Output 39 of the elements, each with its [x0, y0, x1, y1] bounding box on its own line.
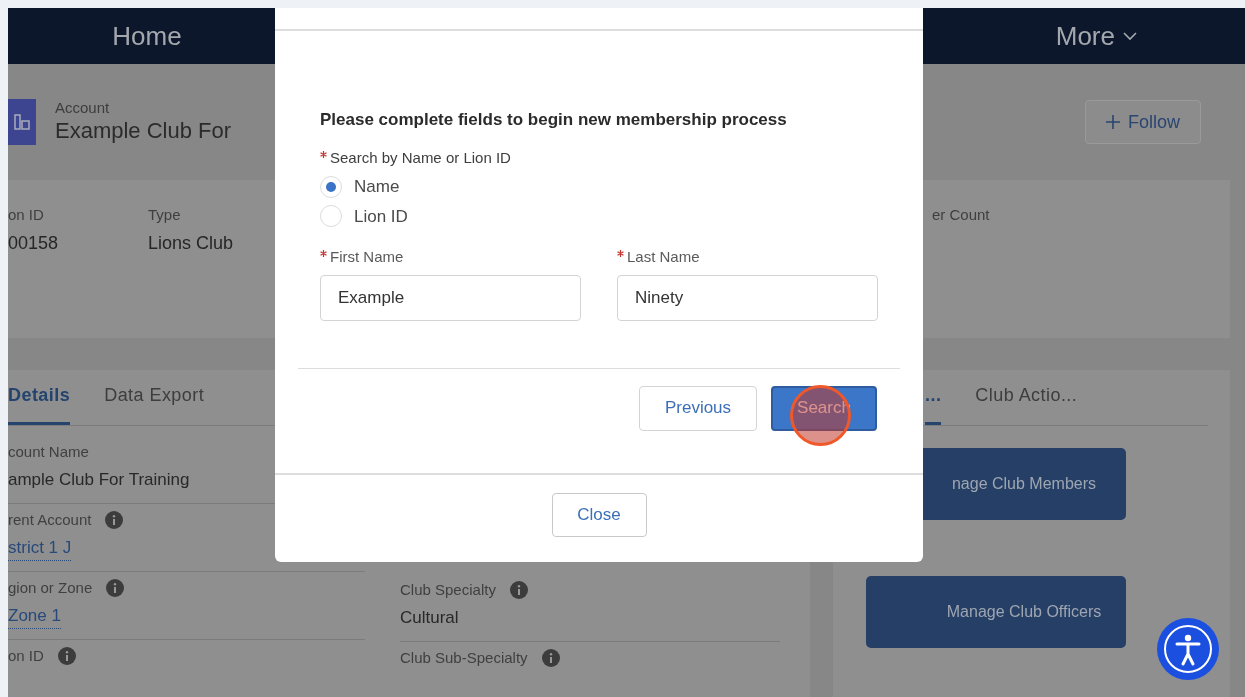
text-input[interactable]: Ninety [617, 274, 878, 321]
field-label: Last Name [627, 247, 700, 267]
field-value: Cultural [400, 606, 460, 629]
radio-label: Lion ID [354, 205, 408, 228]
highlight-label: on ID [8, 205, 44, 225]
radio-label: Name [354, 176, 400, 198]
field-label: gion or Zone [8, 578, 93, 598]
field-label: count Name [8, 442, 89, 462]
field-label: First Name [330, 247, 404, 267]
close-button[interactable]: Close [551, 492, 647, 537]
field-label: rent Account [8, 510, 92, 530]
tab[interactable]: Club Actio... [975, 382, 1078, 425]
object-type-label: Account [55, 99, 111, 117]
follow-button[interactable]: Follow [1085, 100, 1201, 144]
nav-link[interactable]: Home [112, 16, 182, 56]
account-icon [8, 99, 36, 145]
radio-button[interactable] [320, 205, 342, 228]
highlight-value: Lions Club [148, 231, 234, 255]
field-label: on ID [8, 646, 44, 666]
highlight-label: Type [148, 205, 181, 225]
field-label: Search by Name or Lion ID [330, 147, 511, 168]
tab[interactable]: Details [8, 382, 71, 425]
highlight-label: er Count [932, 205, 990, 225]
plus-icon [1106, 115, 1120, 129]
chevron-down-icon [1123, 31, 1137, 41]
record-title: Example Club For [55, 117, 232, 145]
field-label: Club Specialty [400, 580, 496, 600]
previous-button[interactable]: Previous [639, 385, 757, 431]
tab[interactable]: Data Export [104, 382, 205, 425]
field-value: ample Club For Training [8, 468, 191, 491]
field-label: Club Sub-Specialty [400, 648, 528, 668]
radio-button[interactable] [320, 175, 342, 198]
nav-menu-item[interactable]: More [1055, 16, 1137, 56]
text-input[interactable]: Example [320, 274, 581, 321]
action-button[interactable]: Manage Club Officers [866, 576, 1126, 648]
record-link[interactable]: Zone 1 [8, 602, 61, 629]
modal-heading: Please complete fields to begin new membership process [320, 109, 788, 131]
highlight-value: 00158 [8, 231, 59, 255]
record-link[interactable]: strict 1 J [8, 534, 72, 561]
